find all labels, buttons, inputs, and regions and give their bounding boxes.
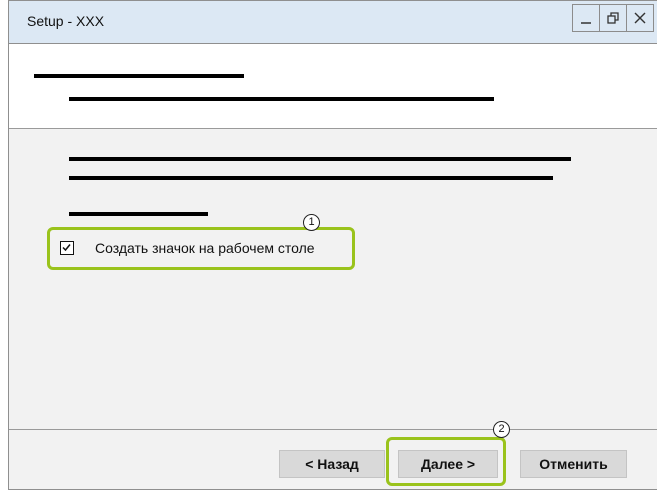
window-title: Setup - XXX bbox=[27, 13, 105, 29]
group-heading-placeholder bbox=[69, 212, 208, 216]
next-button-highlight-frame bbox=[386, 437, 506, 486]
header-title-placeholder bbox=[34, 74, 244, 78]
minimize-icon[interactable] bbox=[573, 5, 600, 31]
desktop-icon-checkbox[interactable] bbox=[60, 241, 74, 255]
description-line-1-placeholder bbox=[69, 157, 571, 161]
desktop-icon-checkbox-label[interactable]: Создать значок на рабочем столе bbox=[95, 240, 315, 256]
checkmark-icon bbox=[62, 244, 71, 252]
wizard-header bbox=[9, 44, 657, 129]
callout-2-badge: 2 bbox=[493, 421, 510, 438]
description-line-2-placeholder bbox=[69, 176, 553, 180]
cancel-button[interactable]: Отменить bbox=[520, 450, 627, 478]
back-button[interactable]: < Назад bbox=[279, 450, 385, 478]
callout-1-badge: 1 bbox=[303, 214, 320, 231]
wizard-content bbox=[9, 129, 657, 430]
close-icon[interactable] bbox=[627, 5, 653, 31]
header-subtitle-placeholder bbox=[69, 97, 494, 101]
restore-icon[interactable] bbox=[600, 5, 627, 31]
window-controls bbox=[572, 4, 654, 32]
title-bar[interactable]: Setup - XXX bbox=[9, 1, 657, 44]
